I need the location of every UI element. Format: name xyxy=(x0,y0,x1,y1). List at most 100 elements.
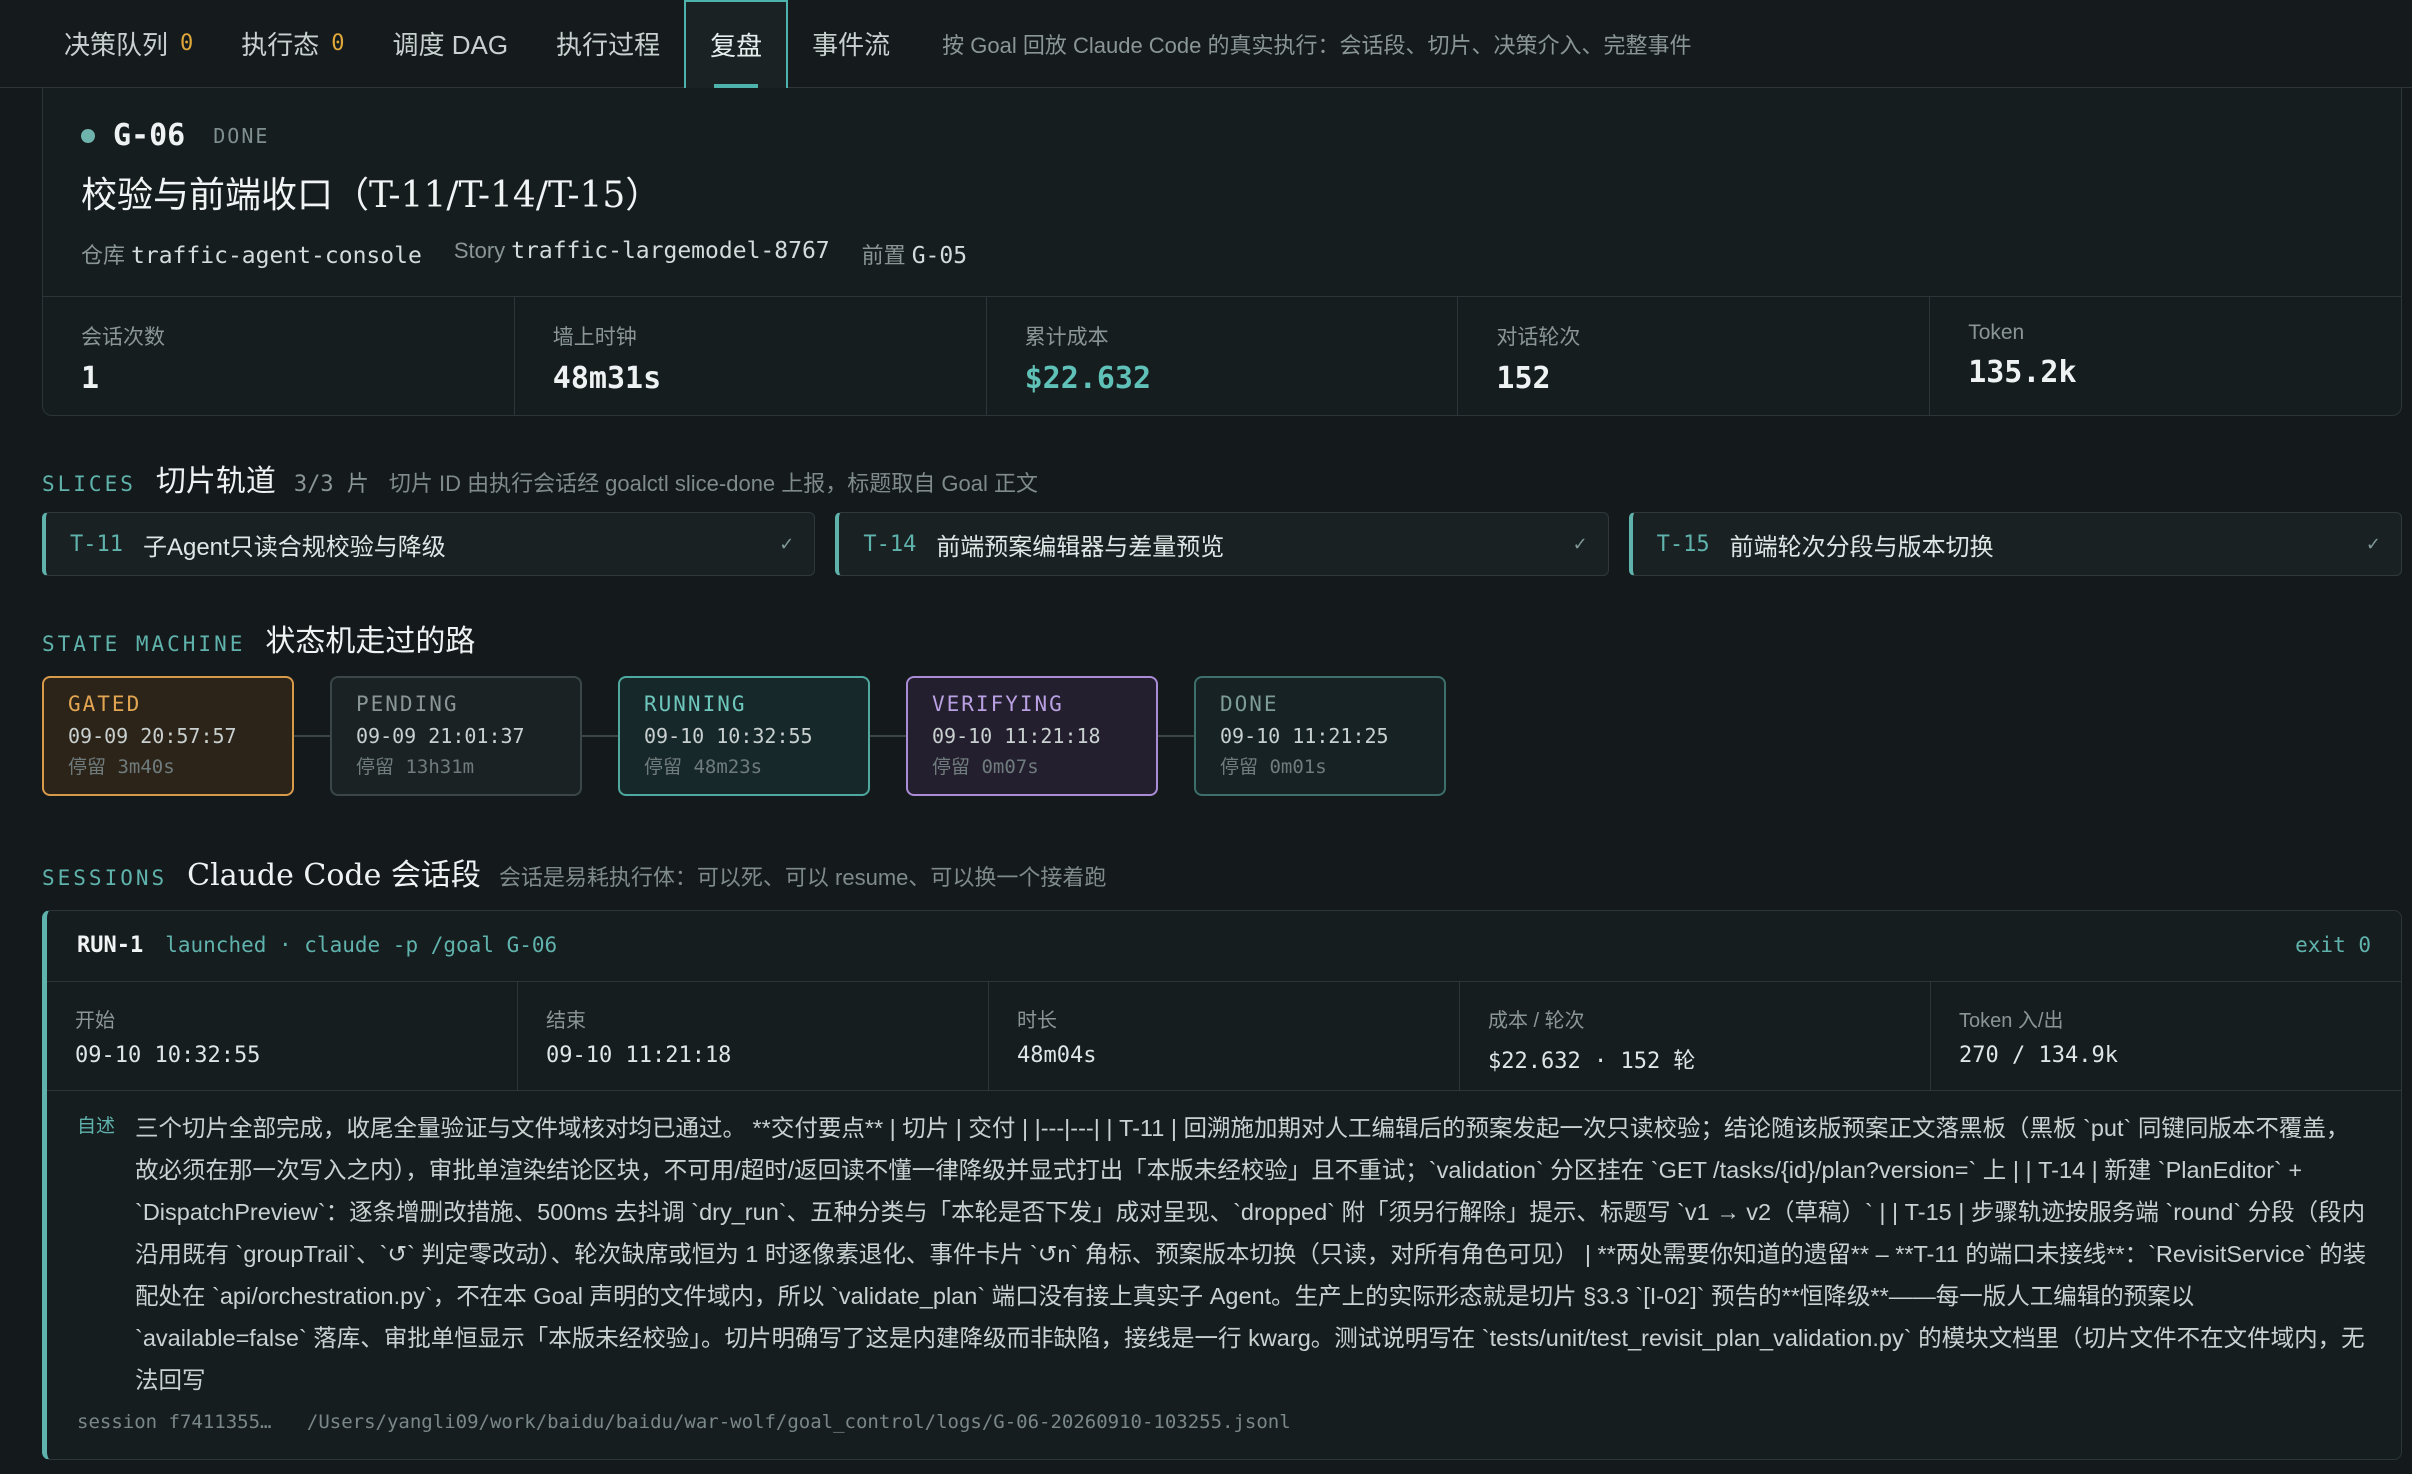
state-name: RUNNING xyxy=(644,692,747,716)
run-command: launched · claude -p /goal G-06 xyxy=(165,933,558,957)
session-cost-turns: 成本 / 轮次 $22.632 · 152 轮 xyxy=(1460,982,1931,1090)
stat-label: 成本 / 轮次 xyxy=(1488,1010,1585,1032)
state-connector xyxy=(582,735,618,737)
stat-value: 270 / 134.9k xyxy=(1959,1043,2118,1068)
session-card[interactable]: RUN-1 launched · claude -p /goal G-06 ex… xyxy=(42,910,2402,1460)
stat-value: 48m04s xyxy=(1017,1043,1097,1068)
slice-id: T-11 xyxy=(70,531,123,557)
section-description: 会话是易耗执行体：可以死、可以 resume、可以换一个接着跑 xyxy=(498,865,1107,890)
slices-header: SLICES 切片轨道 3/3 片 切片 ID 由执行会话经 goalctl s… xyxy=(42,456,1038,500)
goal-card: G-06 DONE 校验与前端收口（T-11/T-14/T-15） 仓库 traf… xyxy=(42,88,2402,416)
state-verifying: VERIFYING 09-10 11:21:18 停留 0m07s xyxy=(906,676,1158,796)
goal-meta: 仓库 traffic-agent-console Story traffic-lar… xyxy=(81,238,999,270)
summary-tag: 自述 xyxy=(77,1116,116,1137)
stat-label: 时长 xyxy=(1017,1010,1057,1032)
stat-token: Token 135.2k xyxy=(1930,297,2401,416)
tab-decision-queue[interactable]: 决策队列 0 xyxy=(40,0,217,88)
slice-id: T-15 xyxy=(1656,531,1710,557)
tab-review[interactable]: 复盘 xyxy=(684,0,789,88)
repo-meta: 仓库 traffic-agent-console xyxy=(81,238,422,270)
state-name: PENDING xyxy=(356,692,459,716)
check-icon: ✓ xyxy=(2365,533,2381,554)
section-tag: STATE MACHINE xyxy=(42,632,246,656)
slice-title: 子Agent只读合规校验与降级 xyxy=(142,533,446,561)
slice-id: T-14 xyxy=(863,531,917,557)
stat-value: $22.632 · 152 轮 xyxy=(1488,1049,1696,1074)
tab-count-badge: 0 xyxy=(180,31,194,56)
tab-label: 决策队列 xyxy=(64,30,169,60)
stat-value: 09-10 10:32:55 xyxy=(75,1043,261,1068)
tab-label: 执行过程 xyxy=(556,30,661,60)
tab-label: 事件流 xyxy=(812,30,891,60)
section-description: 切片 ID 由执行会话经 goalctl slice-done 上报，标题取自 … xyxy=(388,471,1038,496)
tab-count-badge: 0 xyxy=(331,31,345,56)
state-gated: GATED 09-09 20:57:57 停留 3m40s xyxy=(42,676,294,796)
goal-id: G-06 xyxy=(113,118,186,153)
stat-turns: 对话轮次 152 xyxy=(1458,297,1931,416)
state-dwell: 停留 0m01s xyxy=(1220,756,1327,778)
stat-label: 结束 xyxy=(546,1010,586,1032)
state-dwell: 停留 48m23s xyxy=(644,756,763,778)
prereq-value: G-05 xyxy=(911,243,968,269)
goal-title: 校验与前端收口（T-11/T-14/T-15） xyxy=(81,175,662,216)
slice-title: 前端轮次分段与版本切换 xyxy=(1729,533,1994,561)
state-time: 09-10 11:21:25 xyxy=(1220,724,1389,748)
tab-event-stream[interactable]: 事件流 xyxy=(788,0,914,88)
stat-value: 152 xyxy=(1496,361,1551,396)
session-start: 开始 09-10 10:32:55 xyxy=(47,982,518,1090)
stat-value: 1 xyxy=(81,361,100,396)
status-dot-icon xyxy=(81,128,95,143)
repo-label: 仓库 xyxy=(81,243,126,268)
tab-label: 调度 DAG xyxy=(392,30,509,60)
session-tokens: Token 入/出 270 / 134.9k xyxy=(1931,982,2401,1090)
state-dwell: 停留 3m40s xyxy=(68,756,175,778)
stat-label: 开始 xyxy=(75,1010,115,1032)
section-title: 切片轨道 xyxy=(155,464,276,499)
summary-text: 三个切片全部完成，收尾全量验证与文件域核对均已通过。 **交付要点** | 切片… xyxy=(135,1115,2367,1393)
section-tag: SLICES xyxy=(42,472,136,496)
slice-card[interactable]: T-11 子Agent只读合规校验与降级 ✓ xyxy=(42,512,816,576)
section-title: 状态机走过的路 xyxy=(265,624,476,659)
slice-card[interactable]: T-15 前端轮次分段与版本切换 ✓ xyxy=(1628,512,2402,576)
tab-execution-state[interactable]: 执行态 0 xyxy=(217,0,368,88)
stat-label: Token 入/出 xyxy=(1959,1010,2064,1032)
section-tag: SESSIONS xyxy=(42,866,168,890)
status-badge: DONE xyxy=(213,123,270,148)
slice-count: 3/3 片 xyxy=(293,472,369,497)
log-path[interactable]: /Users/yangli09/work/baidu/baidu/war-wol… xyxy=(307,1411,1291,1433)
session-header: RUN-1 launched · claude -p /goal G-06 ex… xyxy=(77,933,2371,958)
stat-cost: 累计成本 $22.632 xyxy=(987,297,1459,416)
slice-title: 前端预案编辑器与差量预览 xyxy=(936,533,1225,561)
tab-schedule-dag[interactable]: 调度 DAG xyxy=(369,0,533,88)
stat-label: 对话轮次 xyxy=(1496,326,1581,349)
state-time: 09-09 20:57:57 xyxy=(68,724,237,748)
exit-code: exit 0 xyxy=(2295,933,2371,957)
state-dwell: 停留 0m07s xyxy=(932,756,1039,778)
state-connector xyxy=(294,735,330,737)
repo-value: traffic-agent-console xyxy=(131,243,422,269)
state-done: DONE 09-10 11:21:25 停留 0m01s xyxy=(1194,676,1446,796)
state-pending: PENDING 09-09 21:01:37 停留 13h31m xyxy=(330,676,582,796)
story-meta: Story traffic-largemodel-8767 xyxy=(454,238,830,270)
stat-value: $22.632 xyxy=(1024,361,1152,396)
tab-label: 执行态 xyxy=(241,30,320,60)
tab-execution-process[interactable]: 执行过程 xyxy=(532,0,684,88)
state-connector xyxy=(1158,735,1194,737)
stat-label: Token xyxy=(1968,321,2025,344)
goal-header: G-06 DONE xyxy=(81,118,269,153)
state-time: 09-10 10:32:55 xyxy=(644,724,813,748)
slice-card[interactable]: T-14 前端预案编辑器与差量预览 ✓ xyxy=(835,512,1609,576)
goal-stats: 会话次数 1 墙上时钟 48m31s 累计成本 $22.632 对话轮次 152… xyxy=(43,296,2401,416)
stat-value: 135.2k xyxy=(1968,355,2077,390)
check-icon: ✓ xyxy=(1572,533,1588,554)
prereq-meta: 前置 G-05 xyxy=(862,238,967,270)
stat-label: 累计成本 xyxy=(1024,326,1109,349)
session-id: session f7411355… xyxy=(77,1411,272,1433)
stat-sessions: 会话次数 1 xyxy=(43,297,515,416)
state-time: 09-10 11:21:18 xyxy=(932,724,1101,748)
prereq-label: 前置 xyxy=(861,243,906,268)
state-connector xyxy=(870,735,906,737)
stat-label: 墙上时钟 xyxy=(552,326,637,349)
check-icon: ✓ xyxy=(779,533,795,554)
state-machine-path: GATED 09-09 20:57:57 停留 3m40s PENDING 09… xyxy=(42,676,1446,796)
